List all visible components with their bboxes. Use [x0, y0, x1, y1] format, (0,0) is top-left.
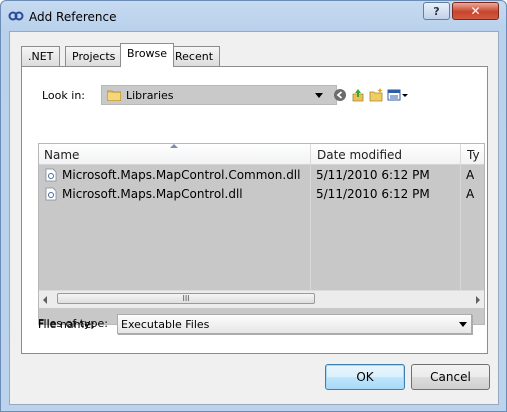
tab-projects[interactable]: Projects [65, 46, 123, 66]
file-name: Microsoft.Maps.MapControl.dll [62, 187, 243, 201]
file-name: Microsoft.Maps.MapControl.Common.dll [62, 168, 301, 182]
help-button[interactable]: ? [423, 2, 450, 20]
list-item[interactable]: Microsoft.Maps.MapControl.dll 5/11/2010 … [39, 185, 484, 204]
chevron-down-icon[interactable] [459, 322, 467, 327]
browse-panel: Look in: Libraries Name Date modified Ty… [21, 66, 488, 354]
scroll-left-icon[interactable] [43, 296, 47, 304]
close-icon: ✕ [470, 4, 481, 18]
file-list[interactable]: Name Date modified Ty Microsoft.Maps.Map… [38, 143, 485, 325]
horizontal-scrollbar[interactable]: III [39, 290, 484, 308]
close-button[interactable]: ✕ [452, 2, 499, 20]
window-title: Add Reference [29, 10, 117, 24]
file-date: 5/11/2010 6:12 PM [316, 168, 430, 182]
dll-file-icon [45, 187, 57, 201]
cancel-button[interactable]: Cancel [411, 364, 490, 390]
scroll-right-icon[interactable] [476, 296, 480, 304]
column-header-date-modified[interactable]: Date modified [317, 148, 402, 162]
file-type: A [466, 187, 475, 201]
scrollbar-thumb[interactable]: III [57, 293, 315, 304]
new-folder-icon[interactable] [369, 88, 383, 102]
look-in-combo[interactable]: Libraries [101, 85, 337, 105]
file-type-label: Files of type: [38, 317, 109, 330]
dll-file-icon [45, 168, 57, 182]
view-menu-icon[interactable] [387, 88, 409, 102]
tab-recent[interactable]: Recent [168, 46, 221, 66]
dialog-client-area: .NET Projects Browse Recent Look in: Lib… [9, 31, 499, 405]
tab-browse[interactable]: Browse [120, 43, 175, 67]
add-reference-dialog: Add Reference ? ✕ .NET Projects Browse R… [0, 0, 507, 412]
up-folder-icon[interactable] [351, 88, 365, 102]
sort-ascending-icon [170, 144, 178, 148]
folder-icon [107, 90, 121, 101]
list-item[interactable]: Microsoft.Maps.MapControl.Common.dll 5/1… [39, 166, 484, 185]
column-header-name[interactable]: Name [44, 148, 79, 162]
ok-button[interactable]: OK [325, 364, 405, 390]
back-icon[interactable] [333, 88, 347, 102]
list-header: Name Date modified Ty [39, 144, 484, 165]
look-in-dropdown-arrow[interactable] [315, 93, 323, 98]
file-type: A [466, 168, 475, 182]
help-icon: ? [433, 4, 440, 18]
file-type-value: Executable Files [121, 318, 210, 331]
tab-dotnet[interactable]: .NET [21, 46, 61, 66]
column-header-type[interactable]: Ty [467, 148, 480, 162]
look-in-value: Libraries [126, 89, 174, 102]
look-in-label: Look in: [42, 89, 85, 102]
reference-icon [8, 11, 24, 21]
file-type-select[interactable]: Executable Files [117, 314, 472, 334]
file-date: 5/11/2010 6:12 PM [316, 187, 430, 201]
title-bar[interactable]: Add Reference ? ✕ [1, 1, 506, 31]
